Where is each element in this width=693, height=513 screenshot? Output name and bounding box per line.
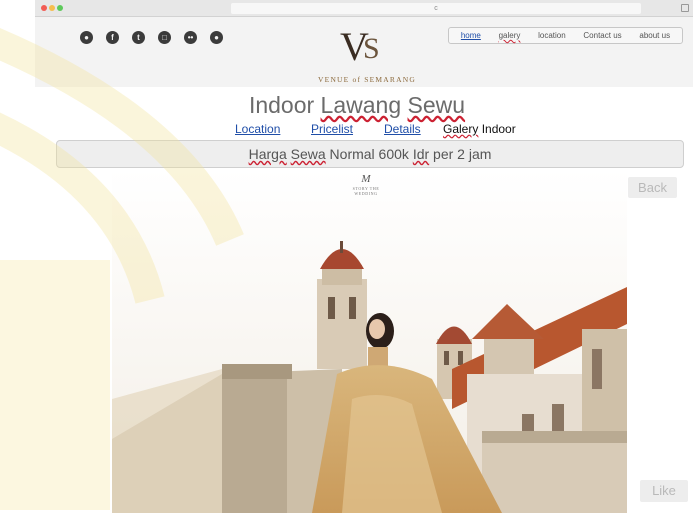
address-bar[interactable]: c — [231, 3, 641, 14]
nav-galery[interactable]: galery — [499, 31, 521, 40]
close-window-icon[interactable] — [41, 5, 47, 11]
like-button[interactable]: Like — [640, 480, 688, 502]
price-info-bar: Harga Sewa Normal 600k Idr per 2 jam — [56, 140, 684, 168]
nav-contact[interactable]: Contact us — [583, 31, 621, 40]
site-logo[interactable]: V S VENUE of SEMARANG — [307, 23, 427, 85]
page-title: Indoor Lawang Sewu — [248, 92, 466, 118]
nav-location[interactable]: location — [538, 31, 566, 40]
photographer-logo: M STORY THE WEDDING — [352, 173, 380, 196]
logo-text: VENUE of SEMARANG — [318, 75, 416, 84]
tab-galery-indoor[interactable]: Galery Indoor — [443, 122, 516, 136]
top-navigation: home galery location Contact us about us — [448, 27, 683, 44]
maximize-window-icon[interactable] — [57, 5, 63, 11]
nav-home[interactable]: home — [461, 31, 481, 40]
facebook-icon[interactable]: f — [106, 31, 119, 44]
minimize-window-icon[interactable] — [49, 5, 55, 11]
nav-about[interactable]: about us — [639, 31, 670, 40]
flickr-icon[interactable]: •• — [184, 31, 197, 44]
browser-toolbar: c — [35, 0, 693, 17]
back-button[interactable]: Back — [628, 177, 677, 198]
logo-mark: V S — [340, 24, 380, 69]
social-icons: ● f t □ •• ● — [80, 31, 223, 44]
gallery-photo[interactable]: M STORY THE WEDDING — [112, 169, 627, 513]
venue-tabs: Location Pricelist Details Galery Indoor — [235, 122, 535, 138]
instagram-icon[interactable]: □ — [158, 31, 171, 44]
tab-details[interactable]: Details — [384, 122, 421, 136]
venue-photo-illustration — [112, 169, 627, 513]
site-header: ● f t □ •• ● V S VENUE of SEMARANG home … — [35, 17, 693, 87]
tab-pricelist[interactable]: Pricelist — [311, 122, 353, 136]
twitter-icon[interactable]: t — [132, 31, 145, 44]
window-button-icon[interactable] — [681, 4, 689, 12]
link-icon[interactable]: ● — [210, 31, 223, 44]
tab-location[interactable]: Location — [235, 122, 280, 136]
website-icon[interactable]: ● — [80, 31, 93, 44]
